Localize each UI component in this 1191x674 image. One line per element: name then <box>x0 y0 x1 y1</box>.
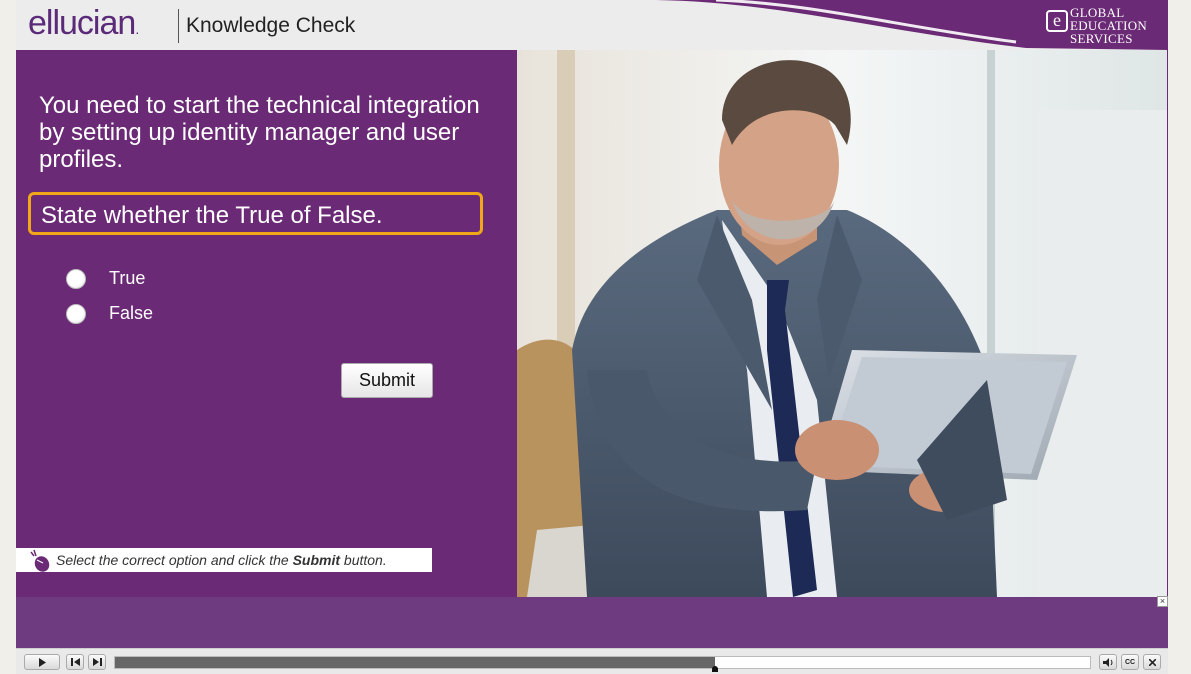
close-icon[interactable]: × <box>1157 596 1168 607</box>
progress-bar[interactable] <box>114 656 1091 672</box>
mouse-click-icon <box>16 548 56 572</box>
option-label-false: False <box>109 303 154 323</box>
next-button[interactable] <box>88 654 106 670</box>
option-false[interactable]: False <box>66 303 153 324</box>
skip-forward-icon <box>92 658 102 666</box>
question-panel: You need to start the technical integrat… <box>16 50 517 597</box>
progress-handle[interactable] <box>711 666 718 672</box>
businessman-with-tablet-photo <box>517 50 1167 597</box>
skip-back-icon <box>70 658 80 666</box>
hint-bar: Select the correct option and click the … <box>16 548 432 572</box>
close-icon <box>1148 658 1156 666</box>
bottom-strip: × <box>16 596 1168 648</box>
previous-button[interactable] <box>66 654 84 670</box>
header: ellucian. Knowledge Check e GLOBAL EDUCA… <box>16 0 1168 50</box>
page-title: Knowledge Check <box>186 14 356 37</box>
hint-text: Select the correct option and click the … <box>56 552 387 568</box>
speaker-icon <box>1102 657 1112 667</box>
radio-button-true[interactable] <box>66 268 86 289</box>
play-icon <box>39 657 46 667</box>
radio-button-false[interactable] <box>66 303 86 324</box>
slide-frame: ellucian. Knowledge Check e GLOBAL EDUCA… <box>16 0 1168 648</box>
option-true[interactable]: True <box>66 268 145 289</box>
option-label-true: True <box>109 268 146 288</box>
submit-button[interactable]: Submit <box>341 363 433 398</box>
instruction-text: State whether the True of False. <box>41 202 383 229</box>
ellucian-logo: ellucian. <box>28 4 139 42</box>
instruction-highlight: State whether the True of False. <box>28 192 483 235</box>
closed-captions-button[interactable]: CC <box>1121 654 1139 670</box>
header-divider <box>178 9 179 43</box>
exit-button[interactable] <box>1143 654 1161 670</box>
play-button[interactable] <box>24 654 60 670</box>
global-education-services-logo: e GLOBAL EDUCATION SERVICES <box>1042 4 1162 46</box>
progress-fill <box>115 657 715 668</box>
player-controls: CC <box>16 648 1168 674</box>
question-text: You need to start the technical integrat… <box>39 92 480 173</box>
volume-button[interactable] <box>1099 654 1117 670</box>
